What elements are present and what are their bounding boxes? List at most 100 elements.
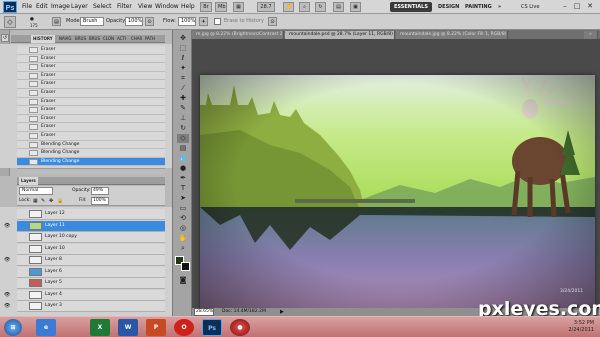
layer-row[interactable]: 👁 Layer 8: [4, 255, 165, 266]
hand-tool-icon[interactable]: ✋: [177, 234, 189, 243]
history-item[interactable]: Eraser: [17, 97, 165, 107]
history-item[interactable]: Blending Change: [17, 149, 165, 158]
system-clock[interactable]: 3:52 PM 2/24/2011: [568, 320, 594, 334]
tab-navigator[interactable]: NAVIG: [57, 35, 74, 43]
menu-filter[interactable]: Filter: [117, 0, 132, 14]
pen-tool-icon[interactable]: ✒: [177, 174, 189, 183]
menu-select[interactable]: Select: [93, 0, 112, 14]
lasso-tool-icon[interactable]: ℓ: [177, 54, 189, 63]
history-item[interactable]: Eraser: [17, 114, 165, 124]
shape-tool-icon[interactable]: ▭: [177, 204, 189, 213]
menu-file[interactable]: File: [22, 0, 32, 14]
layer-row[interactable]: Layer 5: [17, 278, 165, 289]
lock-transparent-icon[interactable]: ▦: [33, 198, 38, 204]
eraser-tool-icon[interactable]: ◇: [177, 134, 189, 143]
minimize-window-button[interactable]: –: [560, 1, 570, 12]
word-icon[interactable]: W: [118, 319, 138, 336]
erase-to-history-checkbox[interactable]: [214, 18, 221, 25]
document-tab-m[interactable]: m.jpg @ 8.22% (Brightness/Contrast 2, RG…: [192, 31, 284, 39]
menu-window[interactable]: Window: [155, 0, 179, 14]
layer-row[interactable]: Layer 10 copy: [17, 232, 165, 243]
dodge-tool-icon[interactable]: ●: [177, 164, 189, 173]
eraser-icon[interactable]: ◇: [4, 16, 16, 28]
blur-tool-icon[interactable]: 💧: [177, 154, 189, 163]
gradient-tool-icon[interactable]: ▤: [177, 144, 189, 153]
tab-history[interactable]: HISTORY: [31, 35, 55, 43]
layer-row[interactable]: Layer 10: [17, 243, 165, 255]
pressure-opacity-icon[interactable]: ⊙: [145, 17, 154, 26]
lock-position-icon[interactable]: ✥: [49, 198, 53, 204]
layer-opacity-field[interactable]: 49%: [91, 187, 109, 195]
history-item[interactable]: Eraser: [17, 80, 165, 89]
history-brush-tool-icon[interactable]: ↻: [177, 124, 189, 133]
path-selection-tool-icon[interactable]: ➤: [177, 194, 189, 203]
workspace-more-button[interactable]: »: [494, 2, 505, 12]
status-menu-arrow-icon[interactable]: ▶: [280, 308, 284, 316]
history-item[interactable]: Blending Change: [17, 157, 165, 167]
zoom-level[interactable]: 28.7: [257, 2, 275, 12]
workspace-painting[interactable]: PAINTING: [461, 2, 496, 12]
tab-brush[interactable]: BRUS: [73, 35, 88, 43]
hand-tool-button[interactable]: ✋: [283, 2, 294, 12]
3d-camera-tool-icon[interactable]: ◎: [177, 224, 189, 233]
maximize-window-button[interactable]: □: [572, 1, 582, 12]
blend-mode-select[interactable]: Normal: [19, 187, 53, 195]
rotate-view-button[interactable]: ↻: [315, 2, 326, 12]
photoshop-taskbar-icon[interactable]: Ps: [202, 319, 222, 336]
history-item[interactable]: Eraser: [17, 63, 165, 72]
history-item[interactable]: Eraser: [17, 89, 165, 98]
history-item[interactable]: Eraser: [17, 71, 165, 81]
menu-view[interactable]: View: [138, 0, 152, 14]
powerpoint-icon[interactable]: P: [146, 319, 166, 336]
workspace-design[interactable]: DESIGN: [434, 2, 463, 12]
background-color-swatch[interactable]: [181, 262, 190, 271]
clone-stamp-tool-icon[interactable]: ⊥: [177, 114, 189, 123]
move-tool-icon[interactable]: ✥: [177, 34, 189, 43]
fill-field[interactable]: 100%: [91, 197, 109, 205]
menu-edit[interactable]: Edit: [36, 0, 48, 14]
layer-row[interactable]: 👁 Layer 11: [4, 220, 165, 232]
history-panel-icon[interactable]: ↺: [1, 34, 9, 42]
layer-row[interactable]: Layer 12: [17, 209, 165, 220]
close-window-button[interactable]: ✕: [585, 1, 595, 12]
document-tab-mountaindale-jpg[interactable]: mountaindale.jpg @ 8.22% (Color Fill 1, …: [396, 31, 508, 39]
document-tab-mountaindale-psd[interactable]: mountaindale.psd @ 28.7% (Layer 11, RGB/…: [285, 31, 395, 39]
zoom-tool-icon[interactable]: ⌕: [177, 244, 189, 253]
record-app-icon[interactable]: ●: [230, 319, 250, 336]
start-button-icon[interactable]: ⊞: [4, 319, 22, 336]
menu-help[interactable]: Help: [181, 0, 195, 14]
arrange-documents-button[interactable]: ▤: [333, 2, 344, 12]
healing-brush-tool-icon[interactable]: ✚: [177, 94, 189, 103]
flow-field[interactable]: 100%: [178, 17, 196, 26]
history-item[interactable]: Eraser: [17, 106, 165, 115]
quick-selection-tool-icon[interactable]: ✦: [177, 64, 189, 73]
internet-explorer-icon[interactable]: e: [36, 319, 56, 336]
workspace-essentials[interactable]: ESSENTIALS: [390, 2, 432, 12]
tab-actions[interactable]: ACTI: [115, 35, 128, 43]
history-item[interactable]: Eraser: [17, 46, 165, 55]
quick-mask-icon[interactable]: ◙: [177, 276, 189, 285]
image-canvas[interactable]: [200, 75, 595, 313]
screen-mode-button[interactable]: ▣: [350, 2, 361, 12]
tab-clone-source[interactable]: CLON: [101, 35, 116, 43]
history-item[interactable]: Eraser: [17, 54, 165, 64]
3d-rotate-tool-icon[interactable]: ⟲: [177, 214, 189, 223]
history-item[interactable]: Eraser: [17, 132, 165, 141]
lock-all-icon[interactable]: 🔒: [57, 198, 63, 204]
layer-row[interactable]: 👁 Layer 3: [4, 301, 165, 312]
opacity-field[interactable]: 100%: [125, 17, 143, 26]
tab-paths[interactable]: PATH: [143, 35, 157, 43]
more-tabs-button[interactable]: »: [584, 31, 598, 39]
eyedropper-tool-icon[interactable]: ⁄: [177, 84, 189, 93]
type-tool-icon[interactable]: T: [177, 184, 189, 193]
cs-live-button[interactable]: CS Live: [517, 2, 543, 12]
crop-tool-icon[interactable]: ⌗: [177, 74, 189, 83]
brush-panel-toggle-icon[interactable]: ▤: [52, 17, 61, 26]
opera-icon[interactable]: O: [174, 319, 194, 336]
lock-pixels-icon[interactable]: ✎: [41, 198, 45, 204]
canvas-frame[interactable]: [200, 75, 595, 313]
airbrush-icon[interactable]: ✈: [199, 17, 208, 26]
brush-tool-icon[interactable]: ✎: [177, 104, 189, 113]
menu-layer[interactable]: Layer: [71, 0, 88, 14]
history-item[interactable]: Blending Change: [17, 140, 165, 150]
